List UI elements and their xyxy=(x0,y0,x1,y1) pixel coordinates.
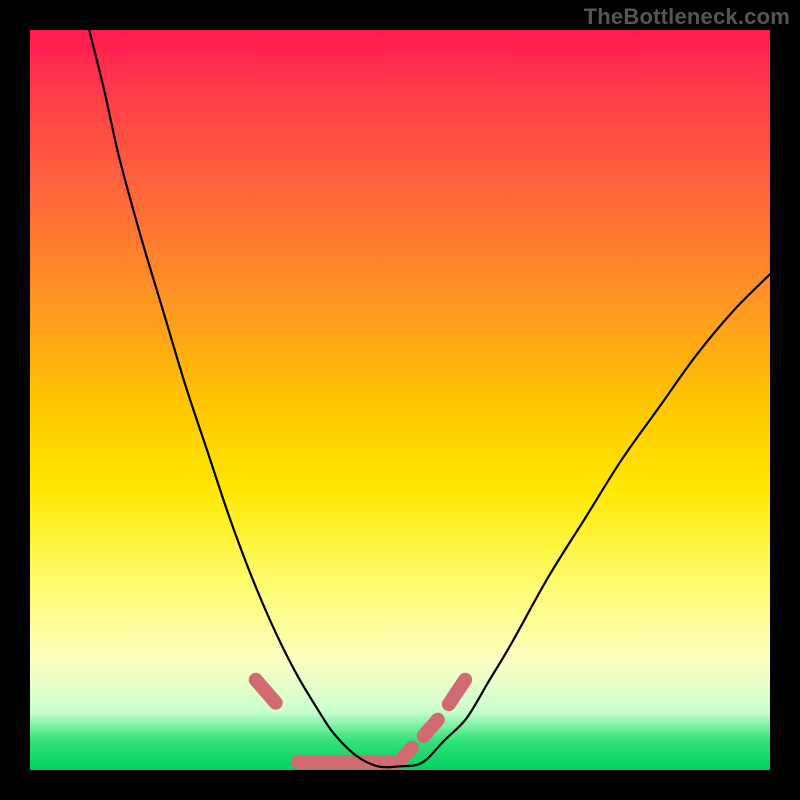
chart-frame: TheBottleneck.com xyxy=(0,0,800,800)
chart-svg xyxy=(30,30,770,770)
highlight-segments xyxy=(256,680,465,762)
valley-right-2 xyxy=(424,720,438,736)
valley-right-1 xyxy=(404,748,411,756)
bottleneck-curve xyxy=(89,30,770,767)
watermark-text: TheBottleneck.com xyxy=(584,4,790,30)
valley-right-3 xyxy=(449,680,465,704)
plot-area xyxy=(30,30,770,770)
valley-left xyxy=(256,680,276,703)
